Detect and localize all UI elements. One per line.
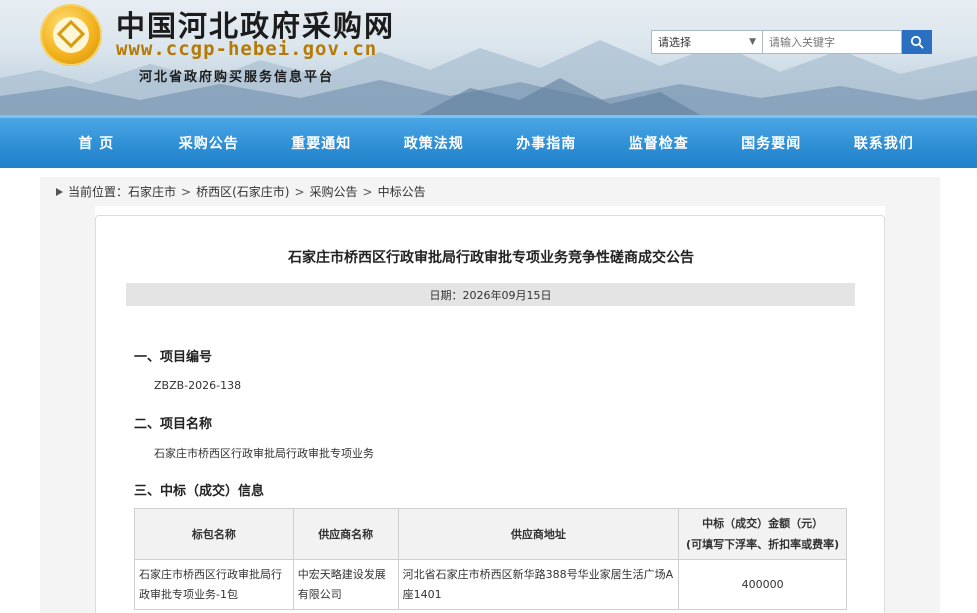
section-heading-project-number: 一、项目编号 xyxy=(134,350,213,365)
cell-award-amount: 400000 xyxy=(678,559,847,610)
nav-item-supervision[interactable]: 监督检查 xyxy=(603,118,716,168)
breadcrumb-separator: > xyxy=(294,184,305,199)
table-header-row: 标包名称 供应商名称 供应商地址 中标（成交）金额（元） (可填写下浮率、折扣率… xyxy=(134,508,847,560)
col-header-award-amount-line1: 中标（成交）金额（元） xyxy=(702,517,824,530)
article: 石家庄市桥西区行政审批局行政审批专项业务竞争性磋商成交公告 日期：2026年09… xyxy=(95,215,885,613)
breadcrumb-item-procurement[interactable]: 采购公告 xyxy=(310,183,358,200)
cell-supplier-address: 河北省石家庄市桥西区新华路388号华业家居生活广场A座1401 xyxy=(397,559,680,610)
site-logo[interactable] xyxy=(40,4,102,66)
nav-item-contact[interactable]: 联系我们 xyxy=(828,118,941,168)
breadcrumb-item-qiaoxi[interactable]: 桥西区(石家庄市) xyxy=(196,183,289,200)
page: 中国河北政府采购网 www.ccgp-hebei.gov.cn 河北省政府购买服… xyxy=(0,0,977,613)
site-subtitle: 河北省政府购买服务信息平台 xyxy=(139,70,335,85)
article-date: 日期：2026年09月15日 xyxy=(126,283,855,306)
site-header: 中国河北政府采购网 www.ccgp-hebei.gov.cn 河北省政府购买服… xyxy=(0,0,977,115)
cell-supplier-name: 中宏天略建设发展有限公司 xyxy=(292,559,399,610)
search-category-select[interactable]: 请选择 ▼ xyxy=(651,30,763,54)
content-side-band-left xyxy=(40,206,95,613)
nav-item-state-news[interactable]: 国务要闻 xyxy=(715,118,828,168)
section-heading-award-info: 三、中标（成交）信息 xyxy=(134,484,265,499)
section-heading-project-name: 二、项目名称 xyxy=(134,417,213,432)
nav-item-policies[interactable]: 政策法规 xyxy=(378,118,491,168)
cell-package-name: 石家庄市桥西区行政审批局行政审批专项业务-1包 xyxy=(134,559,294,610)
nav-item-guide[interactable]: 办事指南 xyxy=(490,118,603,168)
award-table: 标包名称 供应商名称 供应商地址 中标（成交）金额（元） (可填写下浮率、折扣率… xyxy=(134,508,847,610)
col-header-supplier-address: 供应商地址 xyxy=(397,508,680,560)
location-pin-icon xyxy=(56,187,63,196)
chevron-down-icon: ▼ xyxy=(749,37,756,47)
content-side-band-right xyxy=(885,206,940,613)
article-title: 石家庄市桥西区行政审批局行政审批专项业务竞争性磋商成交公告 xyxy=(288,250,694,266)
col-header-award-amount-line2: (可填写下浮率、折扣率或费率) xyxy=(686,538,840,551)
breadcrumb-separator: > xyxy=(362,184,373,199)
nav-item-procurement-notices[interactable]: 采购公告 xyxy=(153,118,266,168)
nav-item-home[interactable]: 首 页 xyxy=(40,118,153,168)
search-box: 请选择 ▼ xyxy=(651,30,932,54)
breadcrumb-item-award-notice[interactable]: 中标公告 xyxy=(378,183,426,200)
breadcrumb-item-shijiazhuang[interactable]: 石家庄市 xyxy=(128,183,176,200)
project-name-value: 石家庄市桥西区行政审批局行政审批专项业务 xyxy=(154,447,374,460)
project-number-value: ZBZB-2026-138 xyxy=(154,379,242,392)
col-header-award-amount: 中标（成交）金额（元） (可填写下浮率、折扣率或费率) xyxy=(678,508,847,560)
search-input[interactable] xyxy=(763,30,902,54)
main-nav: 首 页 采购公告 重要通知 政策法规 办事指南 监督检查 国务要闻 联系我们 xyxy=(0,115,977,168)
search-select-value: 请选择 xyxy=(658,36,691,49)
breadcrumb-prefix: 当前位置： xyxy=(68,185,129,199)
table-row: 石家庄市桥西区行政审批局行政审批专项业务-1包 中宏天略建设发展有限公司 河北省… xyxy=(134,559,847,610)
breadcrumb-separator: > xyxy=(181,184,192,199)
col-header-supplier-name: 供应商名称 xyxy=(292,508,399,560)
nav-item-important-notices[interactable]: 重要通知 xyxy=(265,118,378,168)
breadcrumb: 当前位置： 石家庄市 > 桥西区(石家庄市) > 采购公告 > 中标公告 xyxy=(40,177,940,206)
search-button[interactable] xyxy=(902,30,932,54)
col-header-package-name: 标包名称 xyxy=(134,508,294,560)
site-url: www.ccgp-hebei.gov.cn xyxy=(116,38,378,60)
search-icon xyxy=(910,35,924,49)
